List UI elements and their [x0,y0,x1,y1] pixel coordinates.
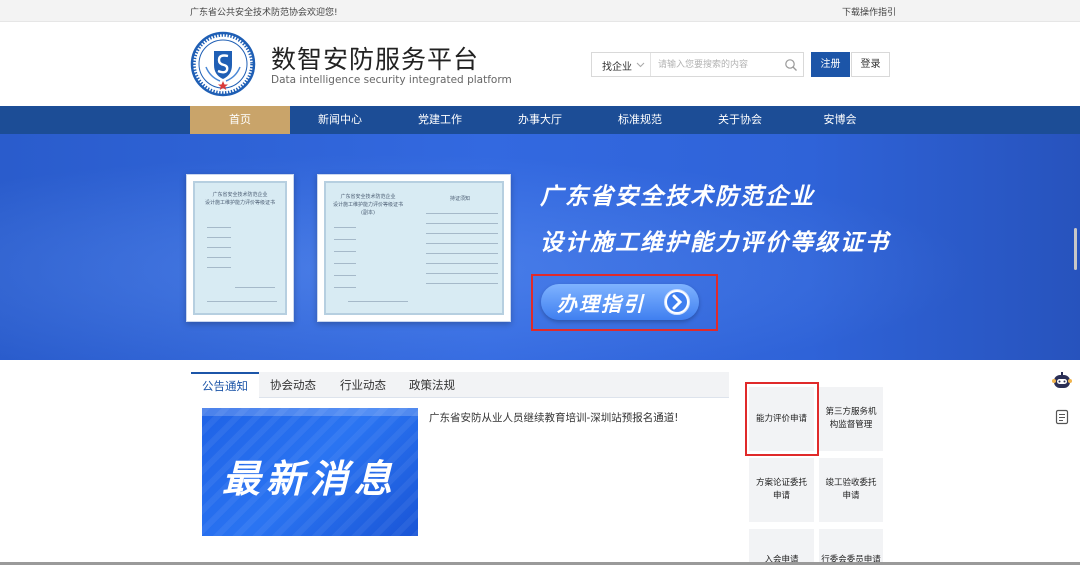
quick-link-label: 第三方服务机构监督管理 [825,407,877,430]
site-title: 数智安防服务平台 [271,45,480,74]
quick-link-label: 入会申请 [764,555,799,562]
search-input[interactable] [652,53,780,76]
site-subtitle: Data intelligence security integrated pl… [271,74,512,86]
banner[interactable]: 广东省安全技术防范企业 设计施工维护能力评价等级证书 广东省安全技术防范企业 设… [0,134,1080,360]
nav-item-home[interactable]: 首页 [190,106,290,134]
quick-link-third-party[interactable]: 第三方服务机构监督管理 [819,387,883,451]
search-type-select[interactable]: 找企业 [592,53,651,76]
robot-icon[interactable] [1051,371,1073,391]
tab-policies[interactable]: 政策法规 [401,372,463,398]
welcome-text: 广东省公共安全技术防范协会欢迎您! [190,8,338,18]
quick-link-join[interactable]: 入会申请 [749,529,814,562]
banner-headline-1: 广东省安全技术防范企业 [540,184,815,210]
cert-small-subtitle: 设计施工维护能力评价等级证书 [204,200,275,206]
quick-link-label: 竣工验收委托申请 [825,478,877,501]
cert-large-subtitle: 设计施工维护能力评价等级证书 [332,202,403,208]
news-thumbnail-text: 最新消息 [221,457,398,501]
cert-small-title: 广东省安全技术防范企业 [212,192,268,198]
quick-link-committee[interactable]: 行委会委员申请 [819,529,883,562]
download-guide-link[interactable]: 下载操作指引 [842,5,896,18]
site-header: 数智安防服务平台 Data intelligence security inte… [0,22,1080,106]
news-tabs: 公告通知 协会动态 行业动态 政策法规 [191,372,729,398]
cert-large-copy-label: (副本) [361,210,375,216]
nav-item-standards[interactable]: 标准规范 [590,106,690,134]
nav-item-news[interactable]: 新闻中心 [290,106,390,134]
highlight-box-guide [531,274,718,331]
search-icon[interactable] [782,56,800,73]
tab-association-news[interactable]: 协会动态 [263,372,323,398]
nav-item-expo[interactable]: 安博会 [790,106,890,134]
tab-announcements[interactable]: 公告通知 [191,372,259,398]
nav-item-party[interactable]: 党建工作 [390,106,490,134]
news-item-title[interactable]: 广东省安防从业人员继续教育培训-深圳站预报名通道! [429,410,679,425]
cert-large-notice: 持证须知 [449,196,470,202]
association-logo[interactable] [190,31,256,97]
quick-link-scheme[interactable]: 方案论证委托申请 [749,458,814,522]
news-thumbnail[interactable]: 最新消息 [202,408,418,536]
main-nav: 首页 新闻中心 党建工作 办事大厅 标准规范 关于协会 安博会 [0,106,1080,134]
quick-link-label: 方案论证委托申请 [755,478,807,501]
tab-industry-news[interactable]: 行业动态 [333,372,393,398]
certificate-image-copy: 广东省安全技术防范企业 设计施工维护能力评价等级证书 (副本) 持证须知 [317,174,511,322]
login-button[interactable]: 登录 [851,52,890,77]
register-button[interactable]: 注册 [811,52,850,77]
highlight-box-ability [745,382,819,456]
scrollbar-thumb[interactable] [1074,228,1077,270]
search-type-value: 找企业 [602,62,632,73]
certificate-image-original: 广东省安全技术防范企业 设计施工维护能力评价等级证书 [186,174,294,322]
document-icon[interactable] [1055,409,1069,425]
nav-item-service-hall[interactable]: 办事大厅 [490,106,590,134]
quick-link-acceptance[interactable]: 竣工验收委托申请 [819,458,883,522]
quick-link-label: 行委会委员申请 [821,555,881,562]
nav-item-about[interactable]: 关于协会 [690,106,790,134]
chevron-down-icon [636,62,645,68]
cert-large-title: 广东省安全技术防范企业 [340,194,396,200]
top-strip: 广东省公共安全技术防范协会欢迎您! 下载操作指引 [0,0,1080,22]
search-bar: 找企业 [591,52,804,77]
banner-headline-2: 设计施工维护能力评价等级证书 [540,230,890,256]
